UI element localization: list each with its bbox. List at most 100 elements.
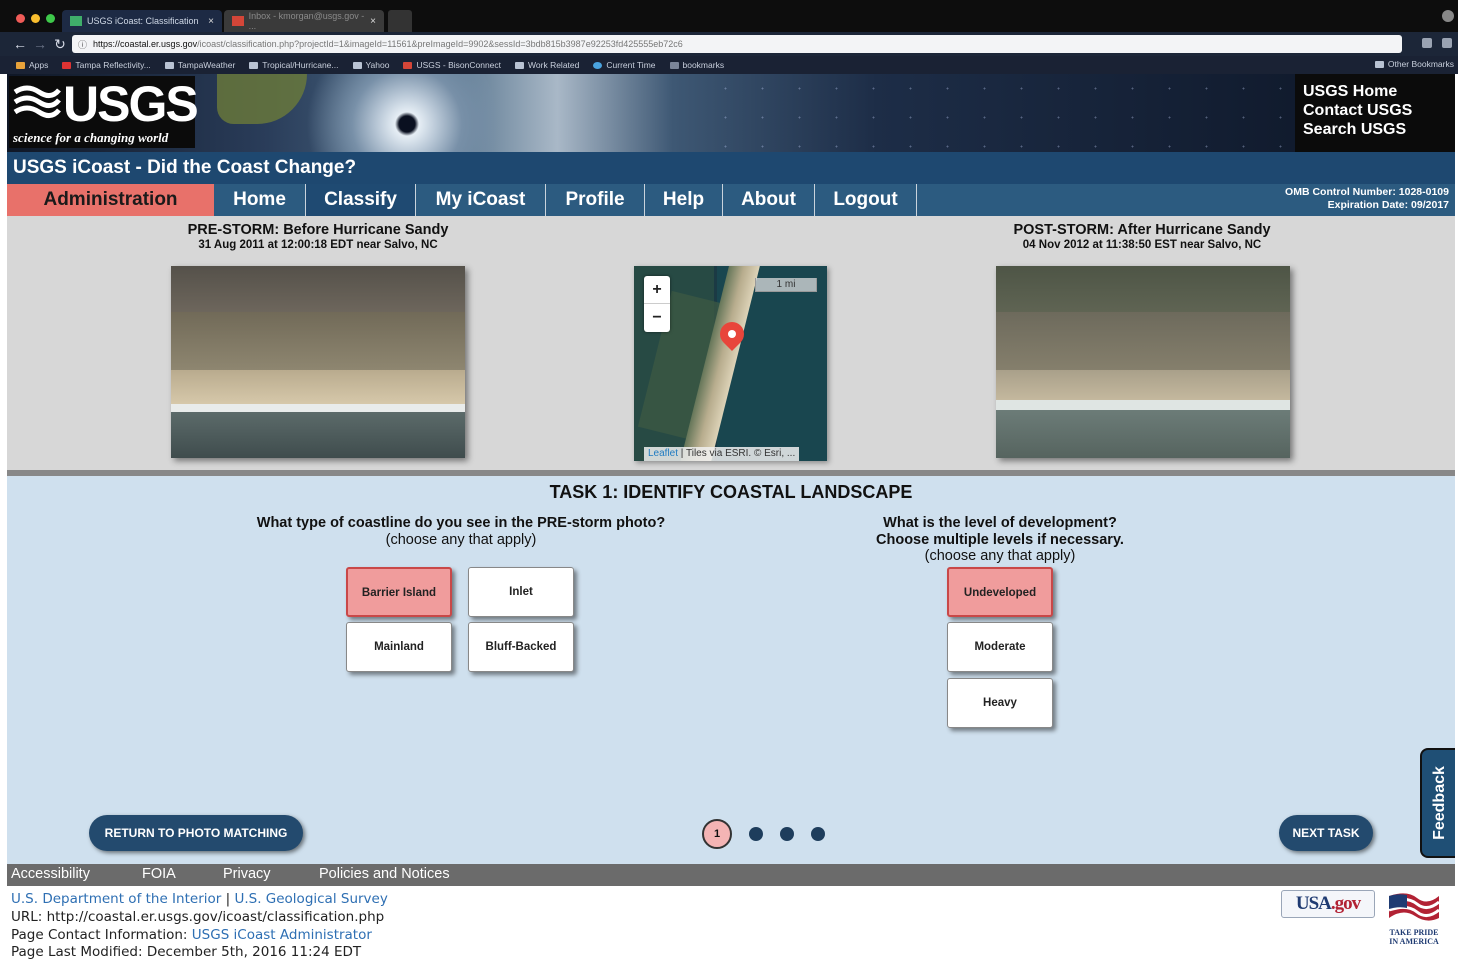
bookmark-label: TampaWeather	[177, 60, 236, 70]
contact-usgs-link[interactable]: Contact USGS	[1303, 101, 1455, 120]
option-undeveloped[interactable]: Undeveloped	[947, 567, 1053, 617]
option-bluff-backed[interactable]: Bluff-Backed	[468, 622, 574, 672]
return-to-photo-matching-button[interactable]: RETURN TO PHOTO MATCHING	[89, 815, 303, 851]
usgs-home-link[interactable]: USGS Home	[1303, 82, 1455, 101]
favicon-icon	[62, 61, 72, 69]
bookmark-tampaweather[interactable]: TampaWeather	[164, 60, 236, 70]
nav-logout[interactable]: Logout	[815, 184, 917, 216]
footer-url: URL: http://coastal.er.usgs.gov/icoast/c…	[11, 909, 385, 925]
reload-icon[interactable]: ↻	[52, 36, 68, 53]
nav-my-icoast[interactable]: My iCoast	[416, 184, 546, 216]
new-tab-button[interactable]	[388, 10, 412, 32]
tab-inbox[interactable]: Inbox - kmorgan@usgs.gov - ... ×	[224, 10, 384, 32]
zoom-in-button[interactable]: +	[644, 276, 670, 304]
star-icon	[669, 61, 679, 69]
next-task-button[interactable]: NEXT TASK	[1279, 815, 1373, 851]
photo-ocean	[171, 411, 465, 458]
bookmark-current-time[interactable]: Current Time	[593, 60, 656, 70]
bookmark-apps[interactable]: Apps	[16, 60, 48, 70]
browser-titlebar: USGS iCoast: Classification × Inbox - km…	[0, 0, 1458, 32]
location-map[interactable]: + − 1 mi Leaflet | Tiles via ESRI. © Esr…	[634, 266, 827, 461]
usgs-logo[interactable]: USGS science for a changing world	[9, 76, 199, 148]
option-heavy[interactable]: Heavy	[947, 678, 1053, 728]
leaflet-link[interactable]: Leaflet	[648, 448, 678, 459]
bookmark-label: bookmarks	[682, 60, 725, 70]
bookmark-tampa-reflectivity[interactable]: Tampa Reflectivity...	[62, 60, 151, 70]
profile-icon[interactable]	[1442, 10, 1454, 22]
search-usgs-link[interactable]: Search USGS	[1303, 120, 1455, 139]
option-barrier-island[interactable]: Barrier Island	[346, 567, 452, 617]
task-page-3[interactable]	[780, 827, 794, 841]
tab-label: Inbox - kmorgan@usgs.gov - ...	[248, 11, 365, 31]
question-text: What type of coastline do you see in the…	[256, 515, 666, 531]
usa-gov-logo[interactable]: USA.gov	[1281, 890, 1375, 918]
minimize-window-button[interactable]	[31, 14, 40, 23]
bookmark-label: Other Bookmarks	[1387, 59, 1454, 69]
post-storm-title: POST-STORM: After Hurricane Sandy	[1013, 222, 1271, 238]
photo-marsh	[996, 266, 1290, 313]
folder-icon	[352, 61, 362, 69]
policies-link[interactable]: Policies and Notices	[319, 866, 450, 882]
pre-storm-photo[interactable]	[171, 266, 465, 458]
take-pride-logo[interactable]: TAKE PRIDE IN AMERICA	[1383, 890, 1445, 948]
task-panel: TASK 1: IDENTIFY COASTAL LANDSCAPE What …	[7, 476, 1455, 864]
mail-extension-icon[interactable]	[1422, 38, 1432, 48]
bookmark-yahoo[interactable]: Yahoo	[352, 60, 389, 70]
bookmark-bookmarks[interactable]: bookmarks	[669, 60, 725, 70]
post-storm-photo[interactable]	[996, 266, 1290, 458]
bookmark-bisonconnect[interactable]: USGS - BisonConnect	[403, 60, 501, 70]
zoom-out-button[interactable]: −	[644, 304, 670, 332]
nav-about[interactable]: About	[723, 184, 815, 216]
bookmark-tropical[interactable]: Tropical/Hurricane...	[249, 60, 339, 70]
task-page-2[interactable]	[749, 827, 763, 841]
address-bar[interactable]: ⓘ https://coastal.er.usgs.gov /icoast/cl…	[72, 35, 1402, 53]
tab-close-icon[interactable]: ×	[208, 16, 214, 27]
bookmark-label: Work Related	[528, 60, 580, 70]
pride-line-2: IN AMERICA	[1389, 937, 1439, 946]
option-moderate[interactable]: Moderate	[947, 622, 1053, 672]
tab-icoast-classification[interactable]: USGS iCoast: Classification ×	[62, 10, 222, 32]
privacy-link[interactable]: Privacy	[223, 866, 271, 882]
map-zoom-control: + −	[644, 276, 670, 332]
doi-link[interactable]: U.S. Department of the Interior	[11, 891, 221, 907]
task-page-1[interactable]: 1	[702, 819, 732, 849]
footer-contact: Page Contact Information: USGS iCoast Ad…	[11, 927, 372, 943]
usa-text: USA	[1295, 893, 1332, 914]
footer-modified: Page Last Modified: December 5th, 2016 1…	[11, 944, 362, 960]
contact-admin-link[interactable]: USGS iCoast Administrator	[192, 927, 372, 943]
question-development-level: What is the level of development? Choose…	[800, 515, 1200, 565]
nav-administration[interactable]: Administration	[7, 184, 214, 216]
photo-ocean	[996, 410, 1290, 458]
hurricane-image	[297, 74, 497, 152]
accessibility-link[interactable]: Accessibility	[11, 866, 90, 882]
question-coastline-type: What type of coastline do you see in the…	[211, 515, 711, 548]
nav-profile[interactable]: Profile	[546, 184, 645, 216]
pride-line-1: TAKE PRIDE	[1389, 928, 1439, 937]
extension-icon[interactable]	[1442, 38, 1452, 48]
tab-close-icon[interactable]: ×	[370, 16, 376, 27]
question-text: Choose multiple levels if necessary.	[876, 531, 1124, 548]
omb-expiration: Expiration Date: 09/2017	[1327, 199, 1449, 211]
bookmark-work-related[interactable]: Work Related	[515, 60, 579, 70]
close-window-button[interactable]	[16, 14, 25, 23]
nav-help[interactable]: Help	[645, 184, 723, 216]
forward-arrow-icon[interactable]: →	[32, 36, 48, 52]
photo-beach	[996, 369, 1290, 401]
photo-marsh	[171, 266, 465, 313]
feedback-tab[interactable]: Feedback	[1420, 748, 1455, 858]
photo-vegetation	[171, 312, 465, 370]
nav-home[interactable]: Home	[214, 184, 306, 216]
maximize-window-button[interactable]	[46, 14, 55, 23]
foia-link[interactable]: FOIA	[142, 866, 176, 882]
nav-classify[interactable]: Classify	[306, 184, 416, 216]
option-mainland[interactable]: Mainland	[346, 622, 452, 672]
usgs-link[interactable]: U.S. Geological Survey	[234, 891, 387, 907]
option-inlet[interactable]: Inlet	[468, 567, 574, 617]
footer-agency-line: U.S. Department of the Interior | U.S. G…	[11, 891, 388, 907]
info-icon[interactable]: ⓘ	[78, 38, 87, 51]
post-storm-date: 04 Nov 2012 at 11:38:50 EST near Salvo, …	[1022, 239, 1262, 251]
back-arrow-icon[interactable]: ←	[12, 36, 28, 52]
photo-comparison: PRE-STORM: Before Hurricane Sandy 31 Aug…	[7, 216, 1455, 470]
task-page-4[interactable]	[811, 827, 825, 841]
other-bookmarks[interactable]: Other Bookmarks	[1374, 59, 1454, 69]
